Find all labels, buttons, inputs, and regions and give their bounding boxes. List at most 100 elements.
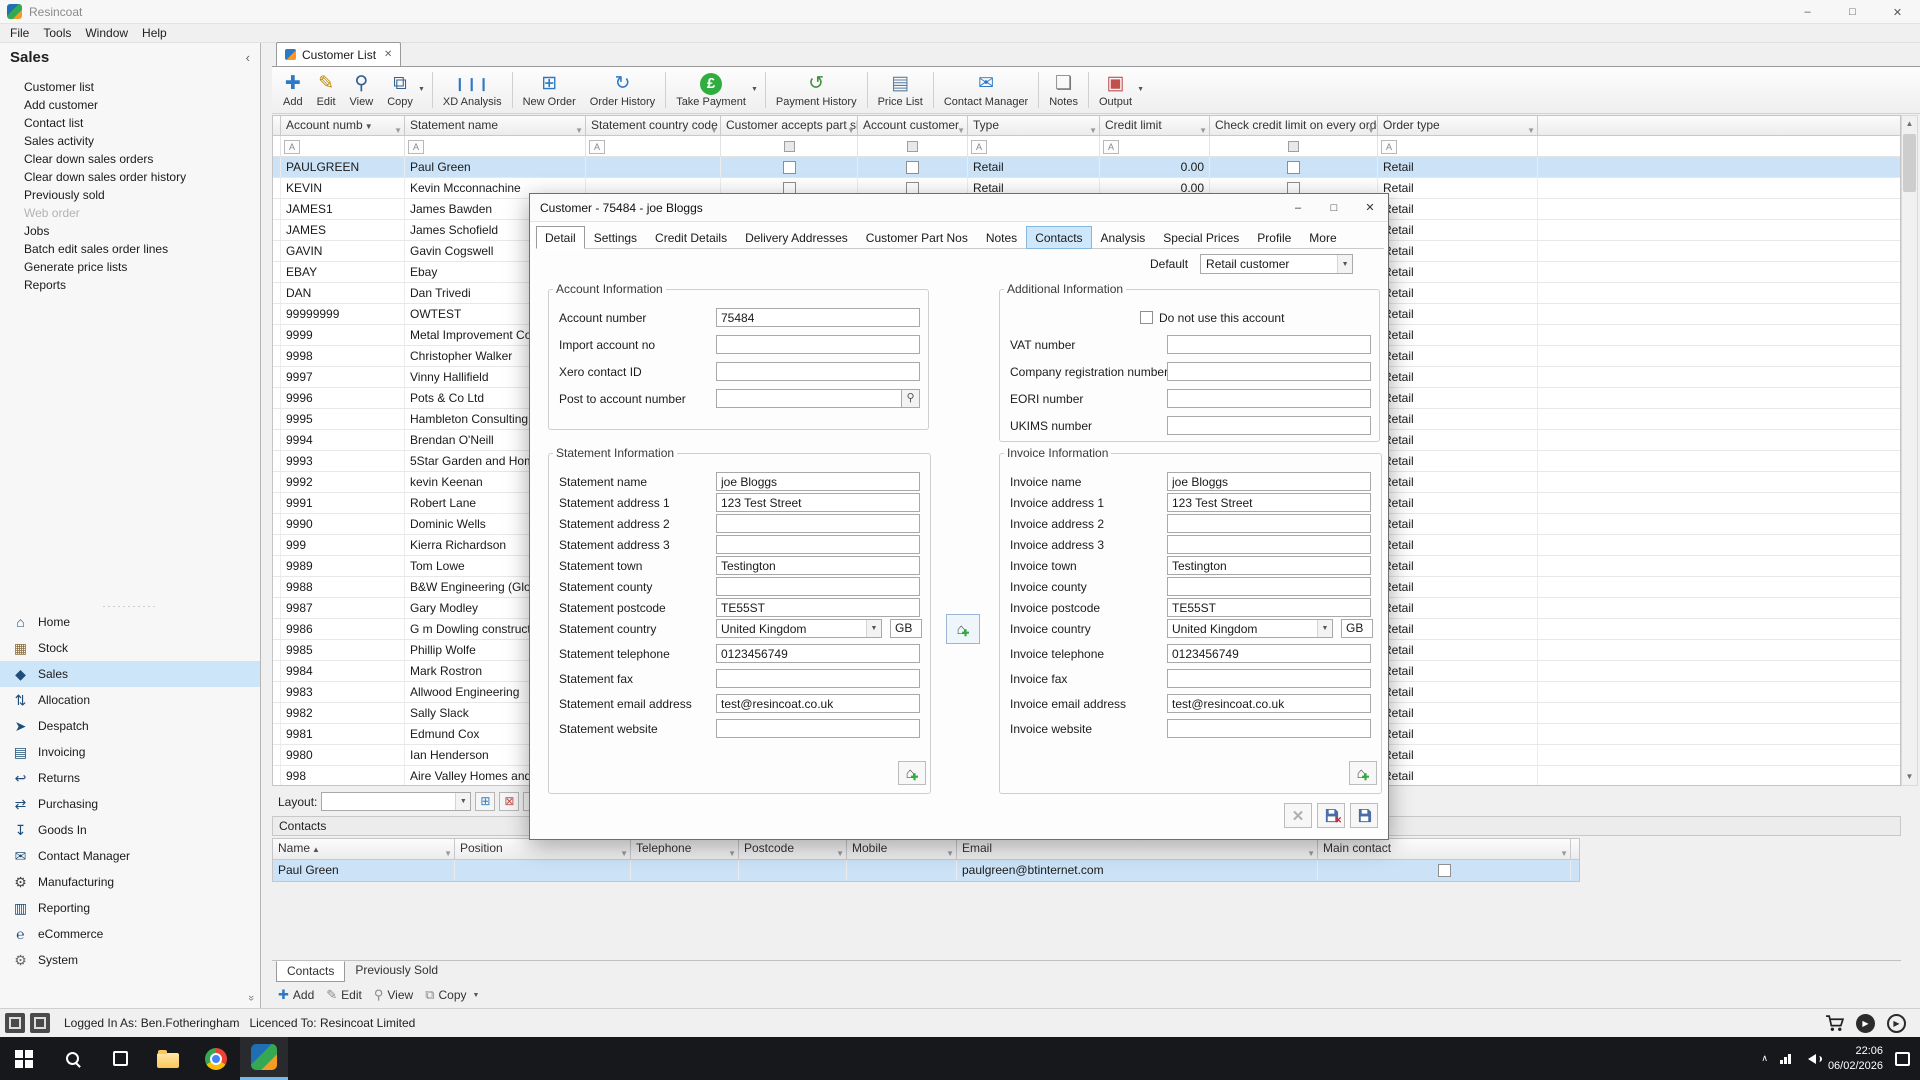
filter-cell[interactable]: A <box>586 136 721 157</box>
filter-icon[interactable]: ▼ <box>1199 121 1207 136</box>
sidebar-link[interactable]: Previously sold <box>0 186 260 204</box>
sidebar-link[interactable]: Clear down sales orders <box>0 150 260 168</box>
nav-item-allocation[interactable]: ⇅ Allocation <box>0 687 260 713</box>
play-icon[interactable]: ▶ <box>1856 1013 1875 1033</box>
text-input[interactable]: test@resincoat.co.uk <box>1167 694 1371 713</box>
delete-layout-button[interactable]: ⊠ <box>499 792 520 811</box>
filter-icon[interactable]: ▼ <box>444 844 452 859</box>
nav-item-stock[interactable]: ▦ Stock <box>0 635 260 661</box>
filter-icon[interactable]: ▼ <box>1367 121 1375 136</box>
column-header[interactable]: Check credit limit on every order ▼ <box>1210 116 1378 136</box>
text-input[interactable] <box>716 535 920 554</box>
layout-select[interactable]: ▼ <box>321 792 472 811</box>
nav-item-contact-manager[interactable]: ✉ Contact Manager <box>0 843 260 869</box>
chevron-down-icon[interactable]: ▼ <box>751 86 758 93</box>
new-order-button[interactable]: ⊞ New Order <box>516 68 583 112</box>
text-input[interactable] <box>716 719 920 738</box>
text-input[interactable]: Testington <box>716 556 920 575</box>
part-shipment-checkbox[interactable] <box>782 160 796 174</box>
nav-item-invoicing[interactable]: ▤ Invoicing <box>0 739 260 765</box>
nav-item-sales[interactable]: ◆ Sales <box>0 661 260 687</box>
save-layout-button[interactable]: ⊞ <box>475 792 496 811</box>
column-header[interactable]: Account customer ▼ <box>858 116 968 136</box>
account-customer-checkbox[interactable] <box>906 160 919 174</box>
filter-icon[interactable]: ▼ <box>1527 121 1535 136</box>
sidebar-resize-handle[interactable] <box>261 43 272 1008</box>
xd-analysis-button[interactable]: ❙❙❙ XD Analysis <box>436 68 509 112</box>
menu-item[interactable]: Tools <box>36 26 78 40</box>
maximize-button[interactable]: □ <box>1830 0 1875 24</box>
scrollbar-thumb[interactable] <box>1903 134 1916 192</box>
power-icon[interactable]: ▶ <box>1887 1013 1906 1033</box>
volume-icon[interactable] <box>1803 1053 1822 1064</box>
minimize-button[interactable]: – <box>1785 0 1830 24</box>
country-code-input[interactable]: GB <box>890 619 922 638</box>
contacts-view-button[interactable]: ⚲ View <box>374 987 413 1003</box>
notes-button[interactable]: ❏ Notes <box>1042 68 1085 112</box>
output-button[interactable]: ▣ Output ▼ <box>1092 68 1148 112</box>
sidebar-expand-icon[interactable]: » <box>245 995 257 1001</box>
column-header[interactable]: Account numb ▼ ▼ <box>281 116 405 136</box>
cancel-button[interactable]: ✕ <box>1284 803 1312 828</box>
contacts-edit-button[interactable]: ✎ Edit <box>326 987 362 1003</box>
chevron-down-icon[interactable]: ▼ <box>1337 255 1353 273</box>
text-input[interactable] <box>716 335 920 354</box>
dialog-minimize-button[interactable]: – <box>1280 194 1316 221</box>
nav-item-system[interactable]: ⚙ System <box>0 947 260 973</box>
dialog-tab[interactable]: Profile <box>1248 226 1300 249</box>
task-view-button[interactable] <box>96 1037 144 1080</box>
text-filter-icon[interactable]: A <box>1381 139 1397 154</box>
filter-cell[interactable]: A <box>405 136 586 157</box>
chevron-down-icon[interactable]: ▼ <box>418 86 425 93</box>
cart-icon[interactable] <box>1825 1014 1844 1032</box>
text-input[interactable] <box>1167 577 1371 596</box>
bottom-tab[interactable]: Contacts <box>276 961 346 982</box>
dialog-tab[interactable]: More <box>1300 226 1345 249</box>
nav-item-purchasing[interactable]: ⇄ Purchasing <box>0 791 260 817</box>
chrome-button[interactable] <box>192 1037 240 1080</box>
filter-cell[interactable] <box>858 136 968 157</box>
column-header[interactable]: Postcode ▼ <box>739 839 847 859</box>
nav-item-reporting[interactable]: ▥ Reporting <box>0 895 260 921</box>
table-row[interactable]: PAULGREEN Paul Green Retail 0.00 Retail <box>273 157 1900 178</box>
filter-icon[interactable]: ▼ <box>946 844 954 859</box>
dialog-tab[interactable]: Analysis <box>1092 226 1155 249</box>
dialog-tab[interactable]: Credit Details <box>646 226 736 249</box>
default-customer-type-select[interactable]: Retail customer ▼ <box>1200 254 1354 274</box>
nav-item-goods-in[interactable]: ↧ Goods In <box>0 817 260 843</box>
text-input[interactable] <box>716 577 920 596</box>
sidebar-link[interactable]: Contact list <box>0 114 260 132</box>
filter-icon[interactable]: ▼ <box>1560 844 1568 859</box>
text-input[interactable] <box>1167 362 1371 381</box>
payment-history-button[interactable]: ↺ Payment History <box>769 68 864 112</box>
check-credit-checkbox[interactable] <box>1287 160 1300 174</box>
text-input[interactable] <box>716 669 920 688</box>
check-filter-icon[interactable] <box>907 141 918 152</box>
copy-button[interactable]: ⧉ Copy ▼ <box>380 68 429 112</box>
check-filter-icon[interactable] <box>1288 141 1299 152</box>
text-input[interactable]: joe Bloggs <box>1167 472 1371 491</box>
main-contact-checkbox[interactable] <box>1437 863 1451 877</box>
dialog-tab[interactable]: Contacts <box>1026 226 1092 249</box>
filter-cell[interactable]: A <box>1378 136 1538 157</box>
column-header[interactable]: Customer accepts part shipm ▼ <box>721 116 858 136</box>
filter-cell[interactable]: A <box>1100 136 1210 157</box>
text-input[interactable]: TE55ST <box>1167 598 1371 617</box>
edit-button[interactable]: ✎ Edit <box>310 68 343 112</box>
do-not-use-checkbox[interactable]: Do not use this account <box>1140 311 1284 325</box>
nav-item-despatch[interactable]: ➤ Despatch <box>0 713 260 739</box>
dialog-tab[interactable]: Delivery Addresses <box>736 226 857 249</box>
column-header[interactable]: Name ▲ ▼ <box>273 839 455 859</box>
filter-icon[interactable]: ▼ <box>575 121 583 136</box>
filter-icon[interactable]: ▼ <box>710 121 718 136</box>
dialog-maximize-button[interactable]: □ <box>1316 194 1352 221</box>
take-payment-button[interactable]: £ Take Payment ▼ <box>669 68 762 112</box>
filter-icon[interactable]: ▼ <box>847 121 855 136</box>
sidebar-link[interactable]: Reports <box>0 276 260 294</box>
text-input[interactable] <box>1167 669 1371 688</box>
filter-icon[interactable]: ▼ <box>1089 121 1097 136</box>
column-header[interactable]: Main contact ▼ <box>1318 839 1571 859</box>
chevron-down-icon[interactable]: ▼ <box>473 992 480 999</box>
text-input[interactable]: test@resincoat.co.uk <box>716 694 920 713</box>
copy-statement-address-button[interactable]: ⌂ ✚ <box>898 761 926 785</box>
